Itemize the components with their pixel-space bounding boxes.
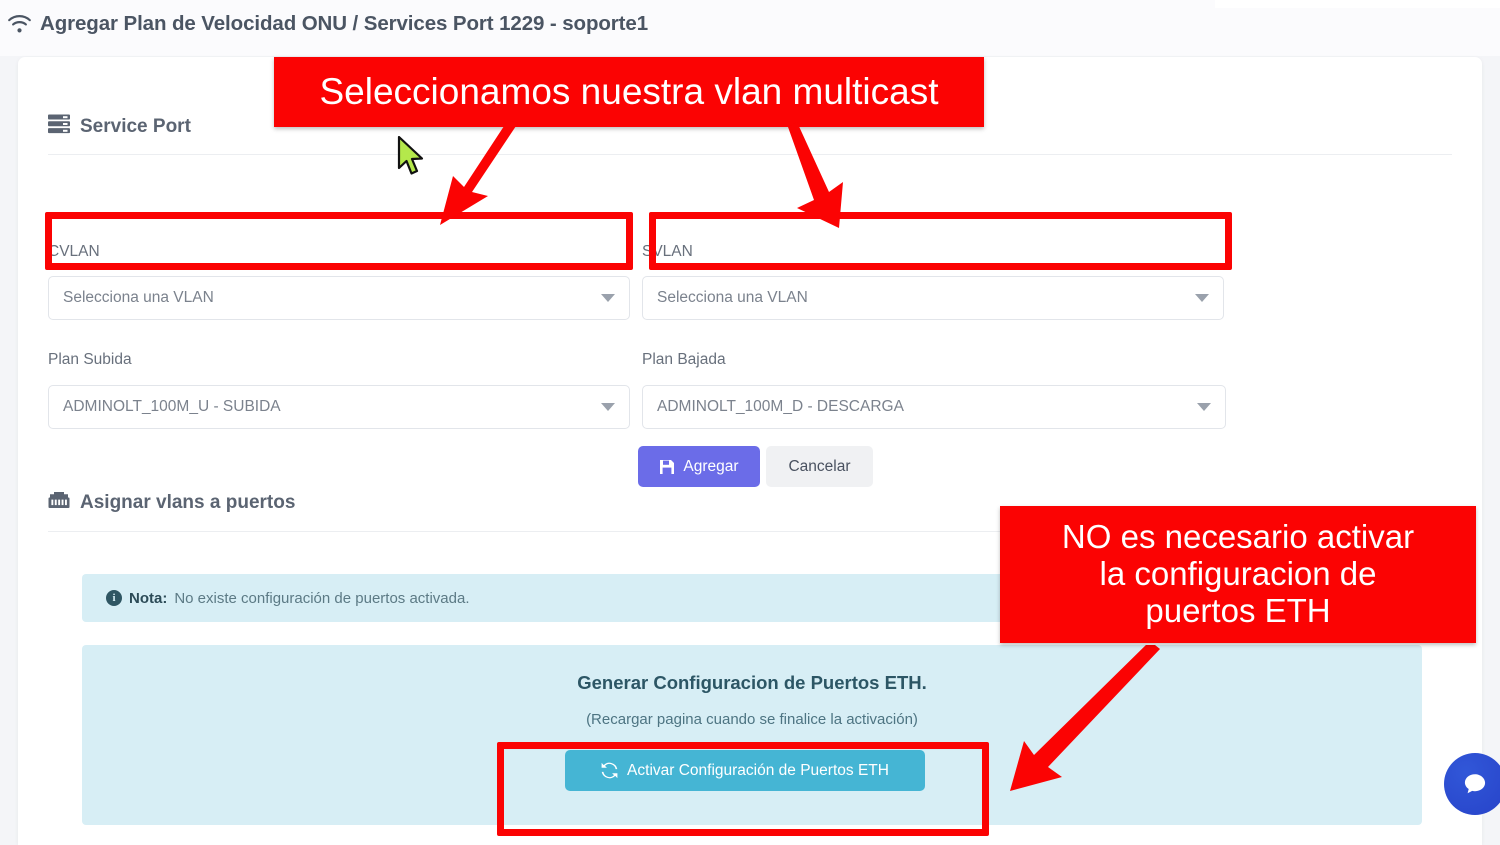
cancelar-button-label: Cancelar	[788, 457, 851, 475]
chevron-down-icon	[601, 294, 615, 302]
chat-widget-button[interactable]	[1444, 753, 1500, 815]
svlan-select[interactable]: Selecciona una VLAN	[642, 276, 1224, 320]
plan-bajada-label: Plan Bajada	[642, 351, 726, 368]
info-circle-icon: i	[106, 590, 122, 606]
main-content-card: Service Port CVLAN Selecciona una VLAN S…	[18, 57, 1482, 845]
server-stack-icon	[48, 114, 70, 140]
agregar-button[interactable]: Agregar	[638, 446, 760, 487]
generar-panel-subtitle: (Recargar pagina cuando se finalice la a…	[586, 711, 918, 728]
plan-subida-select[interactable]: ADMINOLT_100M_U - SUBIDA	[48, 385, 630, 429]
wifi-icon	[8, 14, 31, 34]
generar-panel-title: Generar Configuracion de Puertos ETH.	[577, 672, 927, 693]
page-title: Agregar Plan de Velocidad ONU / Services…	[8, 12, 648, 36]
divider-service-port	[48, 154, 1452, 155]
plan-subida-label: Plan Subida	[48, 351, 132, 368]
chevron-down-icon	[1195, 294, 1209, 302]
annotation-right-line-3: puertos ETH	[1145, 591, 1331, 629]
asignar-vlans-heading-text: Asignar vlans a puertos	[80, 492, 296, 513]
chevron-down-icon	[601, 403, 615, 411]
annotation-right-note: NO es necesario activar la configuracion…	[1000, 506, 1476, 643]
plan-subida-value: ADMINOLT_100M_U - SUBIDA	[63, 398, 281, 415]
chevron-down-icon	[1197, 403, 1211, 411]
asignar-vlans-heading: Asignar vlans a puertos	[48, 491, 295, 515]
chat-bubble-icon	[1462, 771, 1488, 797]
plan-bajada-value: ADMINOLT_100M_D - DESCARGA	[657, 398, 904, 415]
save-icon	[659, 459, 675, 475]
nota-text: No existe configuración de puertos activ…	[174, 589, 470, 607]
annotation-highlight-activar-button	[497, 742, 989, 836]
annotation-highlight-svlan	[649, 212, 1232, 270]
app-root: Agregar Plan de Velocidad ONU / Services…	[0, 0, 1500, 845]
header-right-fill	[1215, 0, 1500, 8]
annotation-highlight-cvlan	[45, 212, 633, 270]
plan-bajada-select[interactable]: ADMINOLT_100M_D - DESCARGA	[642, 385, 1226, 429]
service-port-heading: Service Port	[48, 114, 191, 140]
cancelar-button[interactable]: Cancelar	[766, 446, 873, 487]
agregar-button-label: Agregar	[683, 457, 739, 475]
annotation-right-line-1: NO es necesario activar	[1061, 518, 1415, 556]
service-port-heading-text: Service Port	[80, 116, 191, 137]
annotation-top-note: Seleccionamos nuestra vlan multicast	[274, 57, 984, 127]
nota-label: Nota:	[129, 589, 168, 607]
cvlan-select-value: Selecciona una VLAN	[63, 289, 214, 306]
ethernet-port-icon	[48, 491, 70, 515]
cvlan-select[interactable]: Selecciona una VLAN	[48, 276, 630, 320]
svlan-select-value: Selecciona una VLAN	[657, 289, 808, 306]
page-title-text: Agregar Plan de Velocidad ONU / Services…	[40, 12, 648, 35]
mouse-cursor	[397, 136, 424, 175]
annotation-right-line-2: la configuracion de	[1099, 555, 1377, 593]
